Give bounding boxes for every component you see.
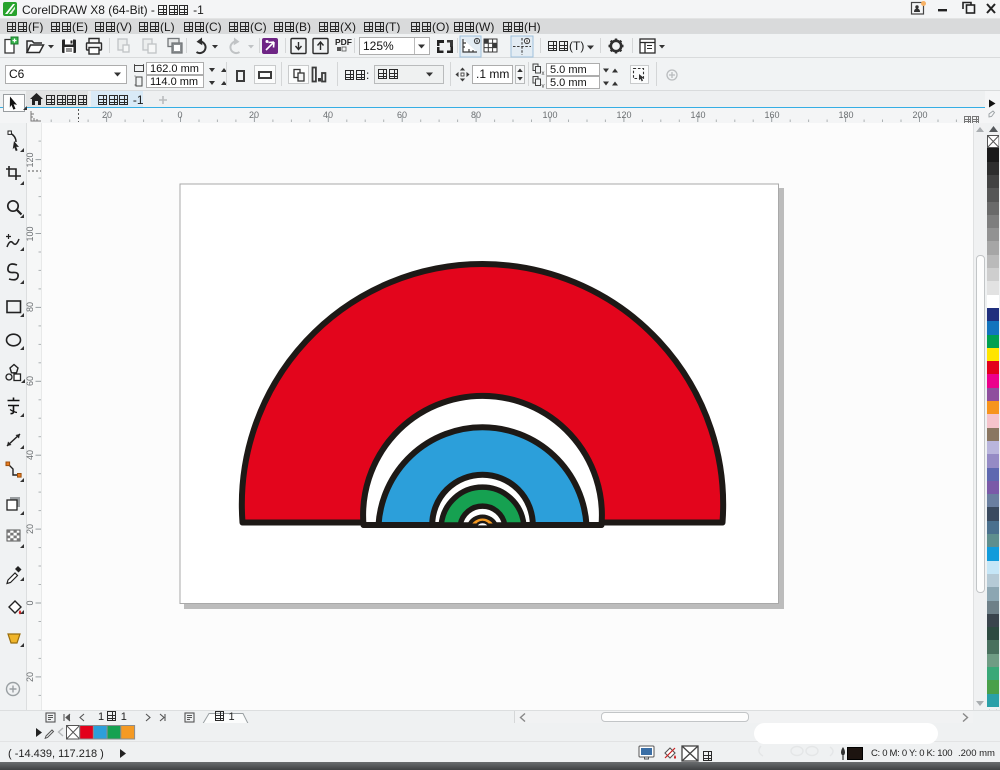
svg-text:40: 40 [323,110,333,120]
svg-text:100: 100 [542,110,557,120]
svg-text:PDF: PDF [335,37,352,47]
svg-text:140: 140 [690,110,705,120]
svg-text:60: 60 [397,110,407,120]
svg-text:80: 80 [471,110,481,120]
svg-text:200: 200 [912,110,927,120]
svg-text:180: 180 [838,110,853,120]
svg-text:y: y [542,84,545,89]
svg-text:0: 0 [177,110,182,120]
svg-text:20: 20 [102,110,112,120]
svg-text:20: 20 [249,110,259,120]
svg-text:160: 160 [764,110,779,120]
svg-text:x: x [542,71,545,77]
svg-text:120: 120 [616,110,631,120]
